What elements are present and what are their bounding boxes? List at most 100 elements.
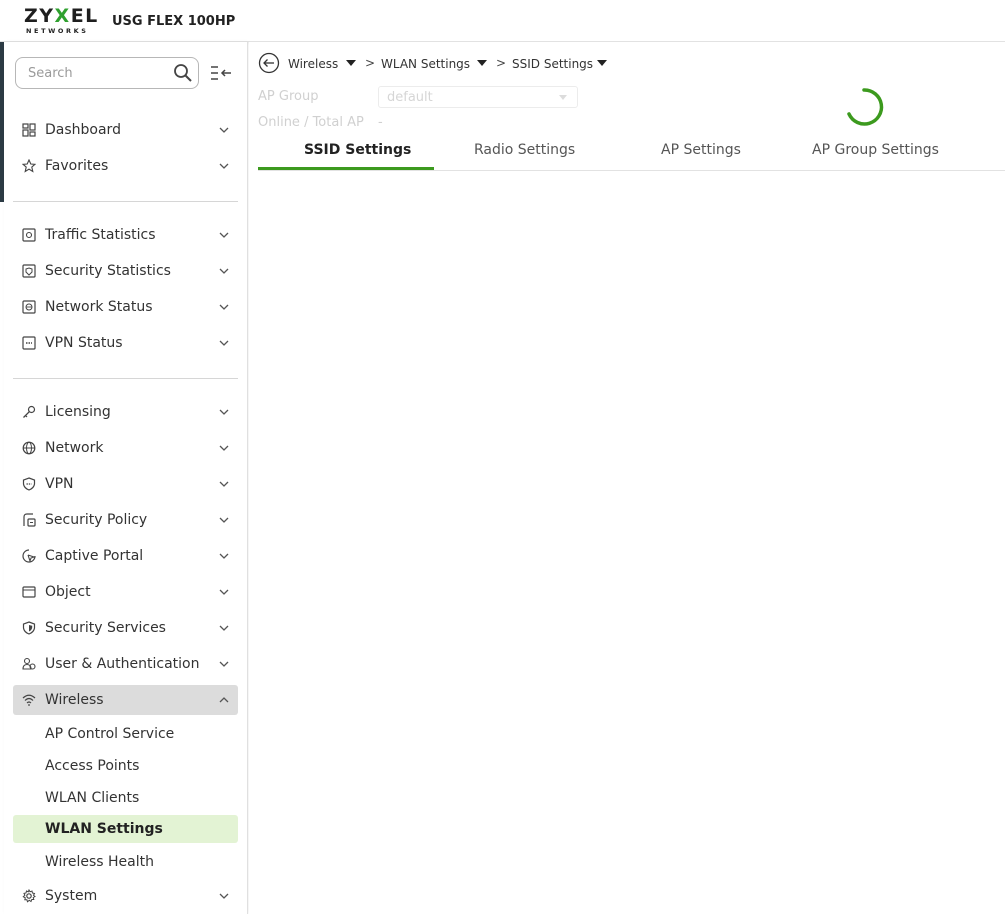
tab-radio-settings[interactable]: Radio Settings [434,134,610,170]
tab-label: AP Settings [661,142,741,158]
sidebar-subitem-wlan-clients[interactable]: WLAN Clients [13,784,238,812]
back-arrow-icon[interactable] [258,52,280,74]
chevron-down-icon [219,127,229,133]
sidebar-item-user-authentication[interactable]: User & Authentication [13,649,238,679]
gear-icon [22,889,36,903]
device-model: USG FLEX 100HP [112,14,236,29]
chevron-down-icon [219,340,229,346]
logo-subtitle: NETWORKS [26,27,89,35]
sidebar-divider [13,201,238,202]
sidebar-subitem-wireless-health[interactable]: Wireless Health [13,848,238,876]
sidebar-item-label: Security Services [45,620,166,636]
ap-group-select[interactable]: default [378,86,578,108]
sidebar-item-label: VPN [45,476,74,492]
search-box[interactable] [15,57,199,89]
sidebar-item-label: Captive Portal [45,548,144,564]
chevron-down-icon [219,268,229,274]
chevron-up-icon [219,697,229,703]
chevron-down-icon [219,304,229,310]
sidebar-subitem-label: WLAN Clients [45,790,140,806]
sidebar-item-label: System [45,888,98,904]
sidebar-item-label: Traffic Statistics [45,227,156,243]
caret-down-icon[interactable] [477,60,487,66]
sidebar-item-label: Favorites [45,158,109,174]
chevron-down-icon [219,661,229,667]
top-header: ZYXEL NETWORKS USG FLEX 100HP [0,0,1005,42]
network-status-icon [22,300,36,314]
caret-down-icon[interactable] [346,60,356,66]
sidebar-item-favorites[interactable]: Favorites [13,151,238,181]
sidebar-subitem-access-points[interactable]: Access Points [13,752,238,780]
zyxel-logo[interactable]: ZYXEL NETWORKS [24,7,98,37]
sidebar-item-vpn-status[interactable]: VPN Status [13,328,238,358]
chevron-down-icon [219,589,229,595]
sidebar-item-label: Dashboard [45,122,121,138]
ap-group-value: default [387,90,433,105]
sidebar-item-label: VPN Status [45,335,123,351]
breadcrumb-wlan-settings[interactable]: WLAN Settings [381,57,470,71]
sidebar-item-network[interactable]: Network [13,433,238,463]
sidebar-item-label: Network [45,440,104,456]
sidebar-subitem-ap-control-service[interactable]: AP Control Service [13,720,238,748]
sidebar-item-object[interactable]: Object [13,577,238,607]
sidebar-subitem-label: Access Points [45,758,140,774]
traffic-statistics-icon [22,228,36,242]
star-icon [22,159,36,173]
sidebar-item-dashboard[interactable]: Dashboard [13,115,238,145]
chevron-down-icon [219,893,229,899]
loading-spinner-icon [847,88,884,126]
tab-ap-group-settings[interactable]: AP Group Settings [786,134,962,170]
chevron-down-icon [219,445,229,451]
sidebar-subitem-label: WLAN Settings [45,821,163,837]
sidebar-item-security-statistics[interactable]: Security Statistics [13,256,238,286]
shield-icon [22,621,36,635]
tab-ssid-settings[interactable]: SSID Settings [258,134,434,170]
chevron-down-icon [219,553,229,559]
sidebar-item-label: Security Policy [45,512,148,528]
sidebar-item-wireless[interactable]: Wireless [13,685,238,715]
sidebar-item-system[interactable]: System [13,881,238,911]
tab-ap-settings[interactable]: AP Settings [610,134,786,170]
sidebar-item-network-status[interactable]: Network Status [13,292,238,322]
wifi-icon [22,694,36,706]
tab-label: SSID Settings [304,142,412,158]
sidebar-item-traffic-statistics[interactable]: Traffic Statistics [13,220,238,250]
search-icon[interactable] [173,63,193,83]
breadcrumb-separator: > [496,56,507,70]
chevron-down-icon [219,409,229,415]
sidebar-item-captive-portal[interactable]: Captive Portal [13,541,238,571]
sidebar-item-security-services[interactable]: Security Services [13,613,238,643]
sidebar-subitem-label: AP Control Service [45,726,175,742]
sidebar-item-label: Licensing [45,404,111,420]
ap-group-label: AP Group [258,89,319,104]
sidebar-item-label: Network Status [45,299,153,315]
collapse-sidebar-icon[interactable] [209,64,233,82]
captive-portal-icon [22,549,36,563]
caret-down-icon[interactable] [597,60,607,66]
breadcrumb-ssid-settings[interactable]: SSID Settings [512,57,593,71]
tab-label: AP Group Settings [812,142,939,158]
online-total-ap-label: Online / Total AP [258,115,364,130]
dashboard-icon [22,123,36,137]
main-content: Wireless > WLAN Settings > SSID Settings… [249,42,1005,914]
sidebar: Dashboard Favorites Traffic Statistics S… [4,42,248,914]
search-input[interactable] [28,64,168,82]
sidebar-item-licensing[interactable]: Licensing [13,397,238,427]
chevron-down-icon [219,481,229,487]
online-total-ap-value: - [378,115,383,130]
sidebar-item-security-policy[interactable]: Security Policy [13,505,238,535]
breadcrumb-wireless[interactable]: Wireless [288,57,338,71]
chevron-down-icon [219,517,229,523]
security-policy-icon [23,513,36,527]
key-icon [23,405,36,418]
tab-label: Radio Settings [474,142,576,158]
sidebar-divider [13,378,238,379]
sidebar-subitem-wlan-settings[interactable]: WLAN Settings [13,815,238,843]
vpn-status-icon [22,336,36,350]
sidebar-item-label: Security Statistics [45,263,171,279]
sidebar-item-label: User & Authentication [45,656,200,672]
sidebar-item-vpn[interactable]: VPN [13,469,238,499]
vpn-shield-icon [22,477,36,491]
dropdown-arrow-icon [559,95,567,100]
chevron-down-icon [219,232,229,238]
